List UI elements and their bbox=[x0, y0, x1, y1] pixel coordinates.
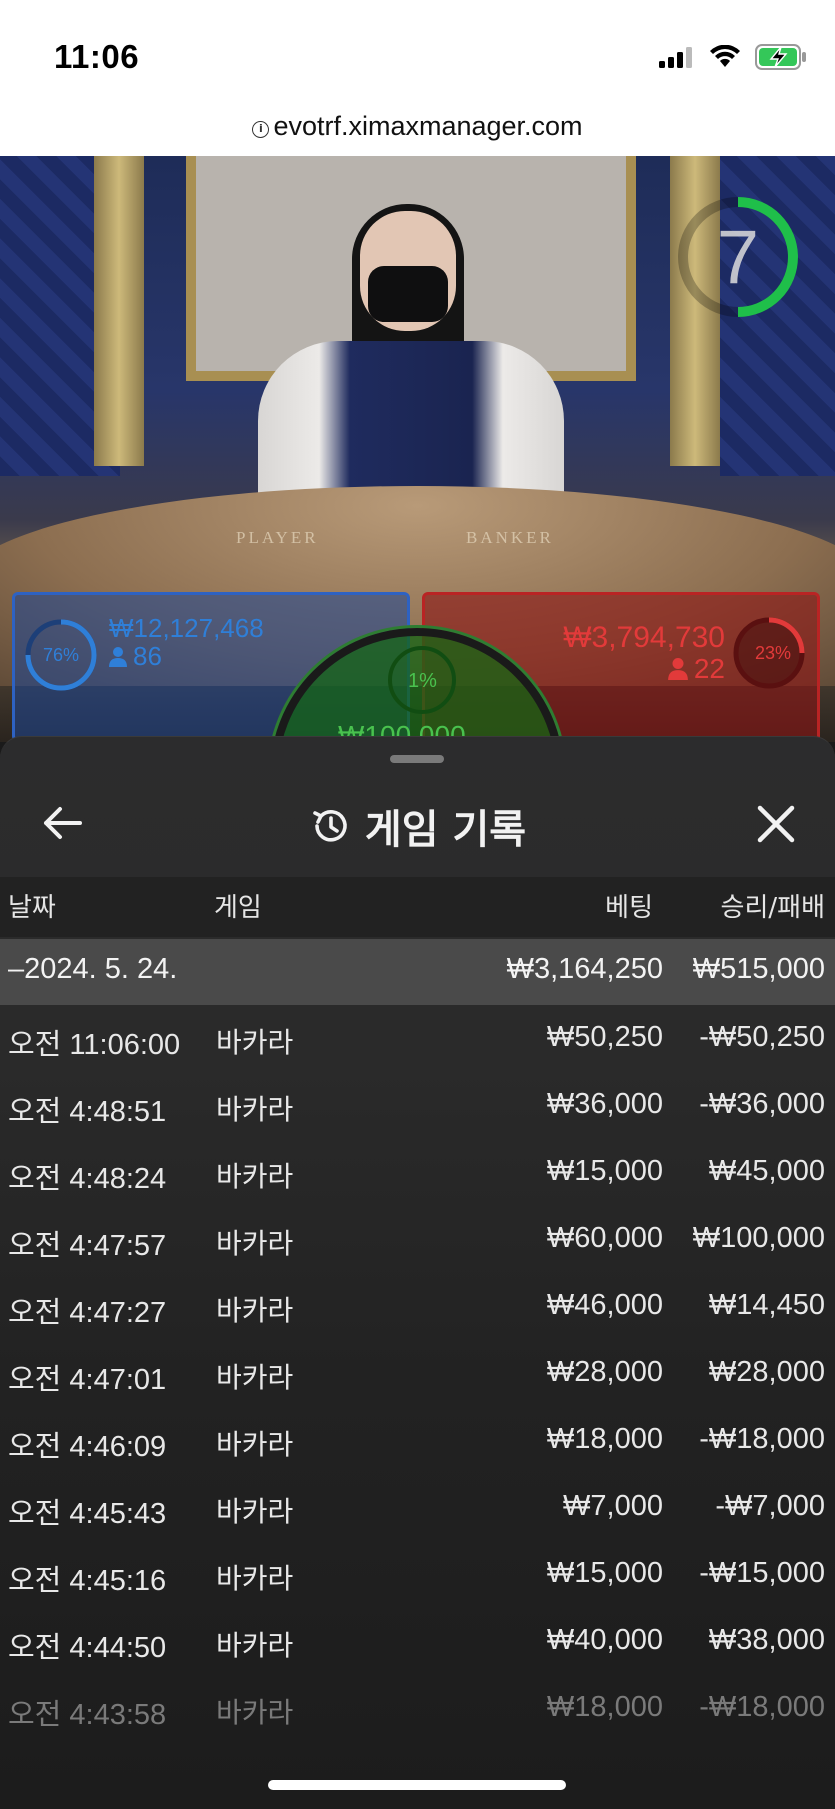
history-rows: 오전 11:06:00 바카라 ₩50,250 -₩50,250 오전 4:48:51… bbox=[0, 1005, 835, 1742]
history-row[interactable]: 오전 4:47:27 바카라 ₩46,000 ₩14,450 bbox=[0, 1273, 835, 1340]
row-time: 오전 4:45:16 bbox=[8, 1565, 167, 1597]
sheet-title-wrap: 게임 기록 bbox=[0, 797, 835, 855]
sheet-title: 게임 기록 bbox=[364, 807, 527, 853]
history-row[interactable]: 오전 4:47:57 바카라 ₩60,000 ₩100,000 bbox=[0, 1206, 835, 1273]
history-row[interactable]: 오전 4:48:24 바카라 ₩15,000 ₩45,000 bbox=[0, 1139, 835, 1206]
row-game: 바카라 bbox=[216, 1696, 294, 1729]
felt-label-player: PLAYER bbox=[236, 528, 319, 547]
status-time: 11:06 bbox=[54, 38, 140, 75]
pillar-left bbox=[94, 156, 144, 466]
row-result: -₩50,250 bbox=[699, 1021, 825, 1053]
history-row[interactable]: 오전 4:45:43 바카라 ₩7,000 -₩7,000 bbox=[0, 1474, 835, 1541]
row-game: 바카라 bbox=[216, 1227, 294, 1260]
battery-charging-icon bbox=[755, 44, 806, 70]
wifi-icon bbox=[710, 45, 740, 67]
banker-total-amount: ₩3,794,730 bbox=[563, 621, 725, 654]
history-row[interactable]: 오전 4:47:01 바카라 ₩28,000 ₩28,000 bbox=[0, 1340, 835, 1407]
row-bet: ₩18,000 bbox=[546, 1423, 663, 1455]
row-bet: ₩50,250 bbox=[546, 1021, 663, 1053]
close-icon[interactable] bbox=[755, 803, 797, 845]
row-result: -₩18,000 bbox=[699, 1423, 825, 1455]
row-time: 오전 4:47:57 bbox=[8, 1230, 167, 1262]
history-row[interactable]: 오전 4:43:58 바카라 ₩18,000 -₩18,000 bbox=[0, 1675, 835, 1742]
row-result: ₩14,450 bbox=[708, 1289, 825, 1321]
summary-bet: ₩3,164,250 bbox=[506, 953, 663, 985]
column-header-date: 날짜 bbox=[8, 893, 56, 923]
summary-date: –2024. 5. 24. bbox=[8, 953, 178, 985]
row-time: 오전 4:48:51 bbox=[8, 1096, 167, 1128]
url-text: evotrf.ximaxmanager.com bbox=[273, 111, 583, 141]
person-icon bbox=[667, 658, 688, 680]
row-time: 오전 4:48:24 bbox=[8, 1163, 167, 1195]
row-result: -₩15,000 bbox=[699, 1557, 825, 1589]
row-time: 오전 11:06:00 bbox=[8, 1029, 181, 1061]
row-time: 오전 4:47:01 bbox=[8, 1364, 167, 1396]
banker-count-value: 22 bbox=[693, 653, 725, 684]
column-header-bet: 베팅 bbox=[605, 893, 653, 923]
summary-result: ₩515,000 bbox=[692, 953, 825, 985]
site-info-icon[interactable]: i bbox=[252, 121, 270, 138]
row-bet: ₩60,000 bbox=[546, 1222, 663, 1254]
row-result: -₩7,000 bbox=[715, 1490, 825, 1522]
history-icon bbox=[313, 810, 347, 842]
felt-label-banker: BANKER bbox=[466, 528, 554, 547]
banker-percent: 23% bbox=[754, 643, 791, 663]
row-game: 바카라 bbox=[216, 1093, 294, 1126]
row-game: 바카라 bbox=[216, 1361, 294, 1394]
sheet-header: 게임 기록 bbox=[0, 777, 835, 867]
tie-percent: 1% bbox=[408, 670, 437, 692]
row-bet: ₩7,000 bbox=[563, 1490, 663, 1522]
row-game: 바카라 bbox=[216, 1026, 294, 1059]
row-bet: ₩40,000 bbox=[546, 1624, 663, 1656]
dealer-mask bbox=[368, 266, 448, 322]
row-result: ₩45,000 bbox=[708, 1155, 825, 1187]
player-percent: 76% bbox=[43, 645, 80, 665]
row-game: 바카라 bbox=[216, 1495, 294, 1528]
countdown-number: 7 bbox=[716, 215, 759, 300]
status-bar: 11:06 bbox=[0, 0, 835, 100]
row-result: ₩38,000 bbox=[708, 1624, 825, 1656]
history-row[interactable]: 오전 4:46:09 바카라 ₩18,000 -₩18,000 bbox=[0, 1407, 835, 1474]
player-count-value: 86 bbox=[133, 641, 162, 671]
signal-icon bbox=[659, 47, 692, 68]
row-game: 바카라 bbox=[216, 1562, 294, 1595]
history-row[interactable]: 오전 4:45:16 바카라 ₩15,000 -₩15,000 bbox=[0, 1541, 835, 1608]
column-header-game: 게임 bbox=[214, 893, 262, 923]
history-row[interactable]: 오전 11:06:00 바카라 ₩50,250 -₩50,250 bbox=[0, 1005, 835, 1072]
row-game: 바카라 bbox=[216, 1629, 294, 1662]
row-bet: ₩15,000 bbox=[546, 1557, 663, 1589]
row-time: 오전 4:43:58 bbox=[8, 1699, 167, 1731]
player-total-amount: ₩12,127,468 bbox=[109, 613, 264, 643]
row-time: 오전 4:45:43 bbox=[8, 1498, 167, 1530]
row-bet: ₩46,000 bbox=[546, 1289, 663, 1321]
history-row[interactable]: 오전 4:48:51 바카라 ₩36,000 -₩36,000 bbox=[0, 1072, 835, 1139]
url-bar[interactable]: i evotrf.ximaxmanager.com bbox=[0, 100, 835, 156]
game-history-sheet: 게임 기록 날짜 게임 베팅 승리/패배 –2024. 5. 24. ₩3,16… bbox=[0, 736, 835, 1809]
row-result: ₩28,000 bbox=[708, 1356, 825, 1388]
column-header-result: 승리/패배 bbox=[720, 893, 825, 923]
person-icon bbox=[109, 647, 127, 667]
player-count: 86 bbox=[109, 641, 162, 672]
column-header-bar bbox=[0, 877, 835, 937]
row-time: 오전 4:46:09 bbox=[8, 1431, 167, 1463]
row-game: 바카라 bbox=[216, 1428, 294, 1461]
row-result: -₩36,000 bbox=[699, 1088, 825, 1120]
row-time: 오전 4:44:50 bbox=[8, 1632, 167, 1664]
row-game: 바카라 bbox=[216, 1160, 294, 1193]
row-bet: ₩15,000 bbox=[546, 1155, 663, 1187]
banker-count: 22 bbox=[667, 653, 725, 685]
sheet-grabber[interactable] bbox=[390, 755, 444, 763]
row-game: 바카라 bbox=[216, 1294, 294, 1327]
row-result: ₩100,000 bbox=[692, 1222, 825, 1254]
status-icons bbox=[659, 44, 807, 70]
row-bet: ₩36,000 bbox=[546, 1088, 663, 1120]
row-time: 오전 4:47:27 bbox=[8, 1297, 167, 1329]
home-indicator bbox=[268, 1780, 566, 1790]
date-summary-row[interactable]: –2024. 5. 24. ₩3,164,250 ₩515,000 bbox=[0, 939, 835, 1005]
history-row[interactable]: 오전 4:44:50 바카라 ₩40,000 ₩38,000 bbox=[0, 1608, 835, 1675]
row-bet: ₩18,000 bbox=[546, 1691, 663, 1723]
row-result: -₩18,000 bbox=[699, 1691, 825, 1723]
row-bet: ₩28,000 bbox=[546, 1356, 663, 1388]
